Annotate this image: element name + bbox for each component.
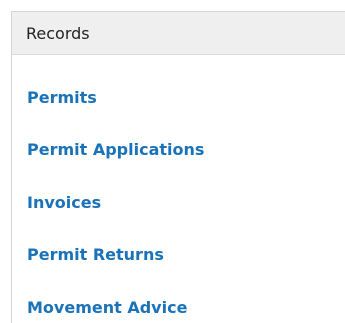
nav-link-permits[interactable]: Permits [27,88,97,107]
panel-title: Records [26,23,90,43]
nav-link-movement-advice[interactable]: Movement Advice [27,298,187,317]
panel-heading: Records [12,12,345,55]
nav-link-permit-applications[interactable]: Permit Applications [27,140,204,159]
nav-link-invoices[interactable]: Invoices [27,193,101,212]
nav-link-permit-returns[interactable]: Permit Returns [27,245,164,264]
records-panel: Records Permits Permit Applications Invo… [11,11,345,323]
